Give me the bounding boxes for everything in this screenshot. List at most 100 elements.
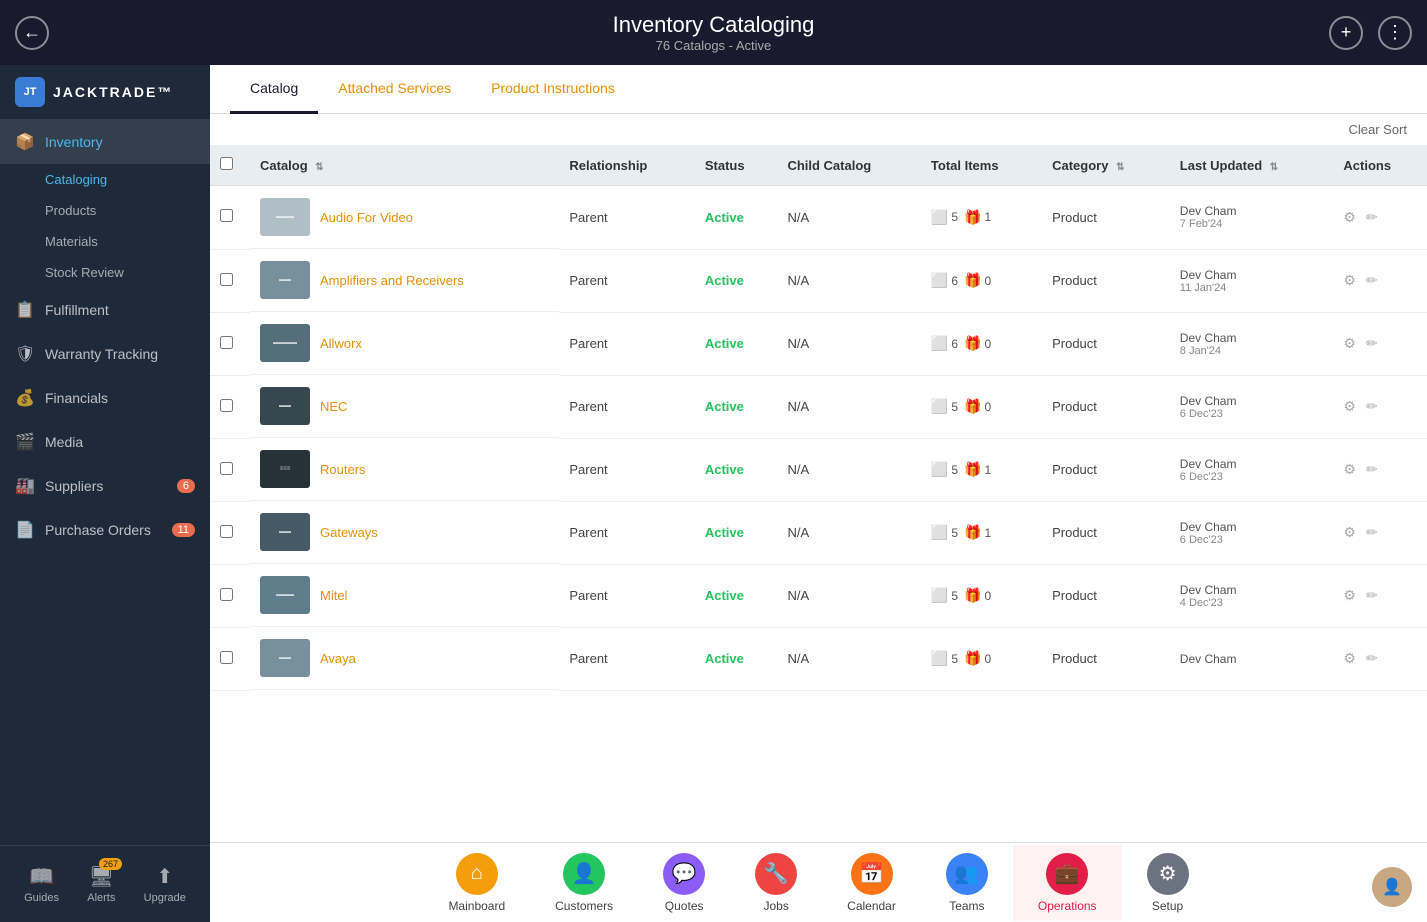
fulfillment-icon: 📋 xyxy=(15,300,35,320)
last-updated-sort-icon[interactable]: ⇅ xyxy=(1270,162,1278,173)
row-checkbox-cell xyxy=(210,501,250,564)
back-icon: ← xyxy=(23,22,41,43)
filter-action-icon[interactable]: ⚙ xyxy=(1343,587,1356,604)
edit-action-icon[interactable]: ✏ xyxy=(1366,209,1378,226)
sidebar-item-materials[interactable]: Materials xyxy=(0,226,210,257)
catalog-name-link[interactable]: Routers xyxy=(320,462,366,477)
sidebar-item-suppliers[interactable]: 🏭 Suppliers 6 xyxy=(0,464,210,508)
catalog-name-link[interactable]: Mitel xyxy=(320,588,347,603)
sidebar-item-fulfillment[interactable]: 📋 Fulfillment xyxy=(0,288,210,332)
status-badge: Active xyxy=(705,651,744,666)
sidebar-item-products[interactable]: Products xyxy=(0,195,210,226)
updated-by: Dev Cham xyxy=(1180,268,1324,282)
bottom-tab-quotes[interactable]: 💬 Quotes xyxy=(638,845,730,921)
last-updated-cell: Dev Cham 7 Feb'24 xyxy=(1170,186,1334,250)
row-checkbox-cell xyxy=(210,249,250,312)
sidebar-item-financials[interactable]: 💰 Financials xyxy=(0,376,210,420)
bottom-tab-setup[interactable]: ⚙ Setup xyxy=(1122,845,1214,921)
filter-action-icon[interactable]: ⚙ xyxy=(1343,209,1356,226)
row-checkbox[interactable] xyxy=(220,209,233,222)
bottom-tab-mainboard[interactable]: ⌂ Mainboard xyxy=(423,845,530,921)
tab-attached-services[interactable]: Attached Services xyxy=(318,65,471,114)
filter-action-icon[interactable]: ⚙ xyxy=(1343,398,1356,415)
filter-action-icon[interactable]: ⚙ xyxy=(1343,650,1356,667)
child-catalog-cell: N/A xyxy=(777,627,920,690)
edit-action-icon[interactable]: ✏ xyxy=(1366,650,1378,667)
status-cell: Active xyxy=(695,375,778,438)
actions-cell: ⚙ ✏ xyxy=(1333,564,1427,627)
bottom-tab-operations[interactable]: 💼 Operations xyxy=(1013,845,1122,921)
edit-action-icon[interactable]: ✏ xyxy=(1366,335,1378,352)
relationship-cell: Parent xyxy=(559,564,695,627)
filter-action-icon[interactable]: ⚙ xyxy=(1343,272,1356,289)
sidebar-item-stock-review[interactable]: Stock Review xyxy=(0,257,210,288)
updated-date: 6 Dec'23 xyxy=(1180,408,1324,420)
status-badge: Active xyxy=(705,336,744,351)
catalog-image: ▬▬▬▬ xyxy=(260,324,310,362)
total-items-cell: ⬜ 5 🎁 0 xyxy=(921,564,1042,627)
total-items-cell: ⬜ 5 🎁 1 xyxy=(921,186,1042,250)
edit-action-icon[interactable]: ✏ xyxy=(1366,272,1378,289)
catalog-name-link[interactable]: NEC xyxy=(320,399,347,414)
gift-icon: 🎁 xyxy=(964,335,981,352)
category-cell: Product xyxy=(1042,627,1170,690)
row-checkbox[interactable] xyxy=(220,462,233,475)
updated-by: Dev Cham xyxy=(1180,204,1324,218)
gift-icon: 🎁 xyxy=(964,398,981,415)
bottom-tab-jobs[interactable]: 🔧 Jobs xyxy=(730,845,822,921)
catalog-image: ▬▬ xyxy=(260,387,310,425)
total-items-cell: ⬜ 6 🎁 0 xyxy=(921,249,1042,312)
filter-action-icon[interactable]: ⚙ xyxy=(1343,461,1356,478)
sidebar-item-cataloging[interactable]: Cataloging xyxy=(0,164,210,195)
clear-sort-button[interactable]: Clear Sort xyxy=(1348,122,1407,137)
row-checkbox[interactable] xyxy=(220,588,233,601)
back-button[interactable]: ← xyxy=(15,16,49,50)
catalog-cell: ▬▬ NEC xyxy=(250,375,559,438)
category-cell: Product xyxy=(1042,438,1170,501)
sidebar-item-warranty[interactable]: 🛡 Warranty Tracking xyxy=(0,332,210,376)
tab-catalog[interactable]: Catalog xyxy=(230,65,318,114)
table-row: ≡≡≡ Routers Parent Active N/A ⬜ 5 🎁 1 Pr… xyxy=(210,438,1427,501)
row-checkbox-cell xyxy=(210,564,250,627)
row-checkbox[interactable] xyxy=(220,399,233,412)
row-checkbox[interactable] xyxy=(220,336,233,349)
tab-product-instructions[interactable]: Product Instructions xyxy=(471,65,635,114)
more-button[interactable]: ⋮ xyxy=(1378,16,1412,50)
guides-button[interactable]: 📖 Guides xyxy=(24,864,59,904)
sidebar-item-purchase-orders[interactable]: 📄 Purchase Orders 11 xyxy=(0,508,210,552)
alerts-button[interactable]: 🖥 267 Alerts xyxy=(87,864,115,904)
filter-action-icon[interactable]: ⚙ xyxy=(1343,335,1356,352)
edit-action-icon[interactable]: ✏ xyxy=(1366,398,1378,415)
table-header-row: Catalog ⇅ Relationship Status Child Cata… xyxy=(210,145,1427,186)
sidebar-item-inventory[interactable]: 📦 Inventory xyxy=(0,120,210,164)
edit-action-icon[interactable]: ✏ xyxy=(1366,524,1378,541)
row-checkbox[interactable] xyxy=(220,651,233,664)
filter-action-icon[interactable]: ⚙ xyxy=(1343,524,1356,541)
warranty-icon: 🛡 xyxy=(15,344,35,364)
category-sort-icon[interactable]: ⇅ xyxy=(1116,162,1124,173)
last-updated-cell: Dev Cham 6 Dec'23 xyxy=(1170,375,1334,438)
inventory-icon: 📦 xyxy=(15,132,35,152)
edit-action-icon[interactable]: ✏ xyxy=(1366,587,1378,604)
row-checkbox[interactable] xyxy=(220,525,233,538)
select-all-checkbox[interactable] xyxy=(220,157,233,170)
catalog-name-link[interactable]: Audio For Video xyxy=(320,210,413,225)
catalog-name-link[interactable]: Amplifiers and Receivers xyxy=(320,273,464,288)
row-checkbox-cell xyxy=(210,438,250,501)
row-checkbox[interactable] xyxy=(220,273,233,286)
sidebar-item-media[interactable]: 🎬 Media xyxy=(0,420,210,464)
bottom-tab-calendar[interactable]: 📅 Calendar xyxy=(822,845,921,921)
catalog-name-link[interactable]: Gateways xyxy=(320,525,378,540)
bottom-tab-teams[interactable]: 👥 Teams xyxy=(921,845,1013,921)
upgrade-button[interactable]: ⬆ Upgrade xyxy=(144,864,186,904)
bottom-tab-customers[interactable]: 👤 Customers xyxy=(530,845,638,921)
status-badge: Active xyxy=(705,399,744,414)
relationship-cell: Parent xyxy=(559,438,695,501)
catalog-sort-icon[interactable]: ⇅ xyxy=(315,162,323,173)
edit-action-icon[interactable]: ✏ xyxy=(1366,461,1378,478)
catalog-name-link[interactable]: Avaya xyxy=(320,651,356,666)
profile-avatar[interactable]: 👤 xyxy=(1372,867,1412,907)
relationship-cell: Parent xyxy=(559,501,695,564)
catalog-name-link[interactable]: Allworx xyxy=(320,336,362,351)
add-button[interactable]: + xyxy=(1329,16,1363,50)
